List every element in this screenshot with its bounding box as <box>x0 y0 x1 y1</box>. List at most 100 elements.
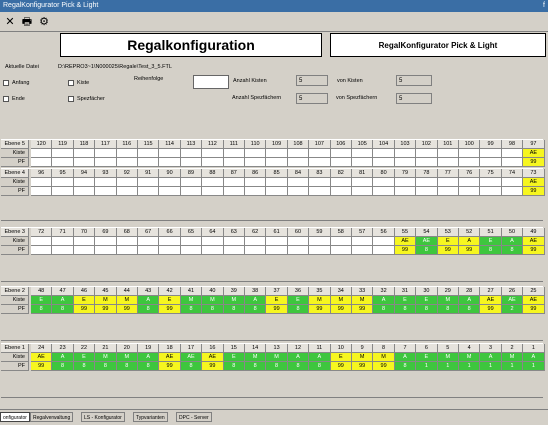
slot-pf[interactable] <box>287 246 310 255</box>
slot-kiste[interactable]: A <box>394 353 417 362</box>
slot-kiste[interactable]: E <box>223 353 245 362</box>
slot-pf[interactable] <box>73 187 96 196</box>
slot-kiste[interactable] <box>52 149 74 158</box>
slot-kiste[interactable] <box>31 237 53 246</box>
slot-kiste[interactable] <box>223 237 245 246</box>
slot-pf[interactable] <box>245 187 267 196</box>
slot-pf[interactable]: 99 <box>352 305 374 314</box>
slot-pf[interactable]: 99 <box>523 305 545 314</box>
window-controls[interactable]: f <box>543 0 545 12</box>
slot-pf[interactable] <box>31 158 53 167</box>
slot-pf[interactable]: 99 <box>523 246 545 255</box>
slot-pf[interactable] <box>501 187 524 196</box>
slot-pf[interactable]: 99 <box>394 246 417 255</box>
slot-pf[interactable]: 99 <box>159 362 181 371</box>
slot-pf[interactable] <box>266 187 288 196</box>
slot-kiste[interactable] <box>352 237 374 246</box>
config-icon[interactable]: ⚙ <box>37 15 51 29</box>
slot-pf[interactable] <box>287 187 310 196</box>
slot-kiste[interactable]: AE <box>202 353 224 362</box>
slot-kiste[interactable]: M <box>223 296 245 305</box>
slot-pf[interactable] <box>223 187 245 196</box>
slot-pf[interactable]: 8 <box>95 362 117 371</box>
slot-pf[interactable]: 99 <box>437 246 459 255</box>
slot-kiste[interactable]: M <box>116 296 138 305</box>
slot-pf[interactable] <box>287 158 310 167</box>
slot-pf[interactable]: 8 <box>52 362 74 371</box>
slot-pf[interactable] <box>159 246 181 255</box>
slot-kiste[interactable] <box>373 149 395 158</box>
slot-pf[interactable]: 99 <box>31 362 53 371</box>
slot-kiste[interactable] <box>459 178 481 187</box>
slot-pf[interactable] <box>31 187 53 196</box>
tab-configurator[interactable]: onfigurator <box>0 412 30 422</box>
slot-pf[interactable] <box>437 187 459 196</box>
slot-pf[interactable]: 2 <box>501 305 524 314</box>
slot-kiste[interactable] <box>309 178 331 187</box>
tab-ls-konfigurator[interactable]: LS - Konfigurator <box>81 412 125 422</box>
slot-kiste[interactable] <box>52 237 74 246</box>
slot-kiste[interactable]: A <box>459 296 481 305</box>
slot-kiste[interactable] <box>95 237 117 246</box>
slot-kiste[interactable]: E <box>287 296 310 305</box>
slot-kiste[interactable] <box>501 149 524 158</box>
ende-checkbox[interactable] <box>3 96 9 102</box>
slot-pf[interactable]: 8 <box>459 305 481 314</box>
slot-kiste[interactable]: M <box>352 296 374 305</box>
slot-kiste[interactable] <box>266 149 288 158</box>
slot-kiste[interactable] <box>287 178 310 187</box>
slot-kiste[interactable] <box>223 149 245 158</box>
slot-pf[interactable] <box>352 246 374 255</box>
slot-pf[interactable]: 8 <box>73 362 96 371</box>
slot-kiste[interactable]: E <box>31 296 53 305</box>
slot-kiste[interactable]: AE <box>523 296 545 305</box>
slot-kiste[interactable] <box>159 178 181 187</box>
slot-pf[interactable]: 99 <box>523 187 545 196</box>
slot-kiste[interactable]: A <box>523 353 545 362</box>
slot-kiste[interactable]: M <box>437 296 459 305</box>
slot-pf[interactable] <box>138 158 160 167</box>
slot-pf[interactable]: 99 <box>159 305 181 314</box>
slot-kiste[interactable] <box>95 178 117 187</box>
slot-kiste[interactable] <box>437 149 459 158</box>
slot-pf[interactable] <box>52 187 74 196</box>
slot-kiste[interactable]: E <box>437 237 459 246</box>
slot-kiste[interactable]: AE <box>480 296 502 305</box>
slot-pf[interactable] <box>73 246 96 255</box>
slot-kiste[interactable]: M <box>501 353 524 362</box>
slot-pf[interactable] <box>95 187 117 196</box>
slot-kiste[interactable] <box>330 237 352 246</box>
slot-pf[interactable] <box>223 158 245 167</box>
slot-kiste[interactable]: M <box>245 353 267 362</box>
slot-pf[interactable] <box>373 187 395 196</box>
slot-kiste[interactable] <box>138 149 160 158</box>
slot-kiste[interactable] <box>202 149 224 158</box>
slot-pf[interactable]: 8 <box>394 362 417 371</box>
slot-kiste[interactable]: M <box>95 353 117 362</box>
slot-pf[interactable]: 99 <box>459 246 481 255</box>
slot-kiste[interactable]: AE <box>31 353 53 362</box>
slot-kiste[interactable]: AE <box>523 237 545 246</box>
slot-kiste[interactable]: E <box>416 296 438 305</box>
slot-pf[interactable]: 99 <box>266 305 288 314</box>
slot-kiste[interactable]: A <box>309 353 331 362</box>
anzahl-spez-field[interactable]: 5 <box>296 93 328 104</box>
slot-kiste[interactable]: M <box>309 296 331 305</box>
slot-pf[interactable] <box>138 246 160 255</box>
slot-pf[interactable]: 1 <box>459 362 481 371</box>
slot-pf[interactable]: 1 <box>501 362 524 371</box>
slot-pf[interactable] <box>373 246 395 255</box>
slot-pf[interactable]: 99 <box>116 305 138 314</box>
slot-kiste[interactable] <box>159 237 181 246</box>
slot-pf[interactable]: 8 <box>138 305 160 314</box>
slot-kiste[interactable]: E <box>330 353 352 362</box>
slot-kiste[interactable]: E <box>480 237 502 246</box>
anzahl-kisten-field[interactable]: 5 <box>296 75 328 86</box>
slot-kiste[interactable]: M <box>352 353 374 362</box>
slot-kiste[interactable] <box>52 178 74 187</box>
slot-kiste[interactable]: AE <box>394 237 417 246</box>
slot-pf[interactable]: 8 <box>416 305 438 314</box>
slot-kiste[interactable] <box>180 237 203 246</box>
slot-kiste[interactable] <box>245 178 267 187</box>
slot-kiste[interactable] <box>138 178 160 187</box>
